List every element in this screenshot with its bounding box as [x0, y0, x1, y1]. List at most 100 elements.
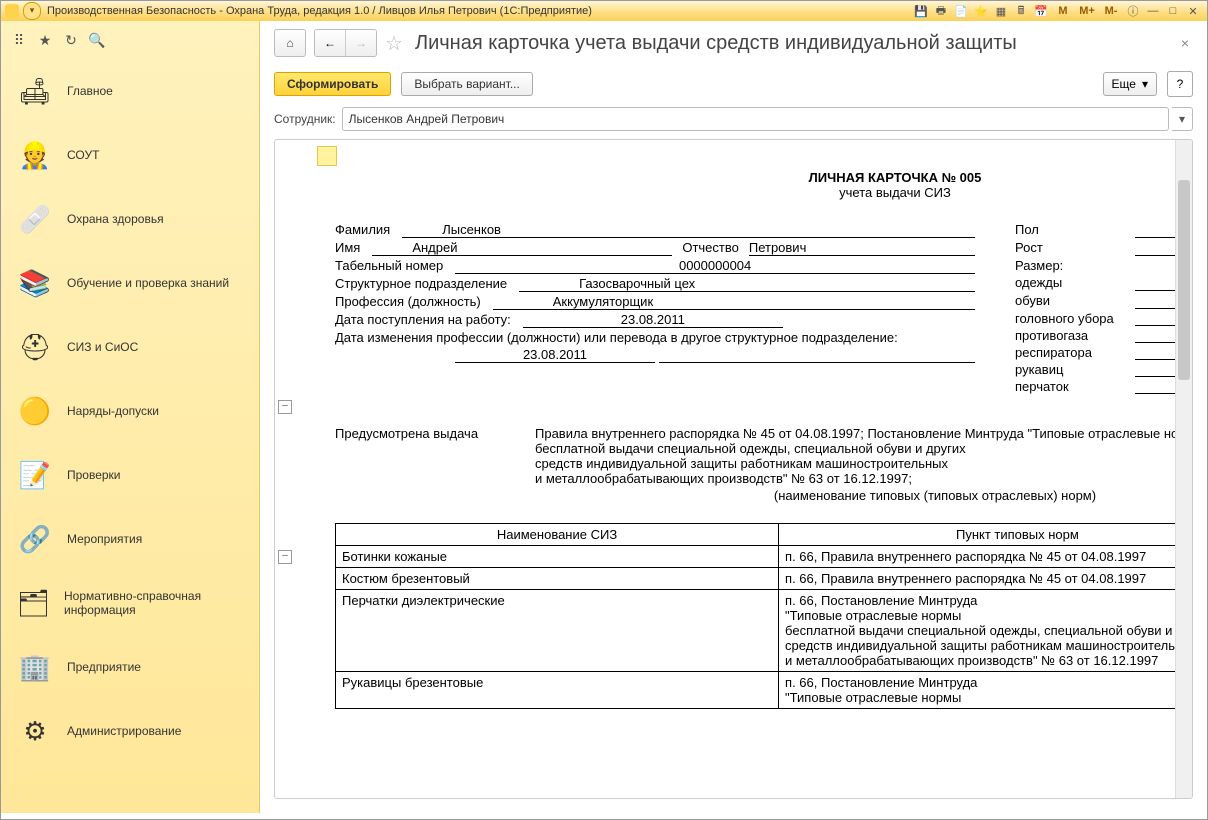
head-label: головного убора [1015, 311, 1135, 326]
table-row[interactable]: Перчатки диэлектрическиеп. 66, Постановл… [336, 590, 1176, 672]
people-icon: 👷 [17, 137, 53, 173]
table-row[interactable]: Рукавицы брезентовыеп. 66, Постановление… [336, 672, 1176, 709]
minimize-icon[interactable]: — [1145, 3, 1161, 19]
toolbar: Сформировать Выбрать вариант... Еще▾ ? [260, 65, 1207, 103]
name-label: Имя [335, 240, 360, 256]
favorite-icon[interactable]: ⭐ [973, 3, 989, 19]
star-icon[interactable]: ★ [37, 32, 53, 48]
change-label: Дата изменения профессии (должности) или… [335, 330, 898, 345]
memory-mminus[interactable]: M- [1101, 3, 1121, 19]
choose-variant-button[interactable]: Выбрать вариант... [401, 72, 532, 96]
left-column: ФамилияЛысенков ИмяАндрейОтчествоПетрови… [335, 220, 975, 396]
nav-label: Главное [67, 84, 113, 98]
dept-label: Структурное подразделение [335, 276, 507, 292]
memory-mplus[interactable]: M+ [1077, 3, 1097, 19]
nav-main[interactable]: 🛋 Главное [1, 59, 259, 123]
nav-siz[interactable]: ⛑СИЗ и СиОС [1, 315, 259, 379]
cell-norm: п. 66, Правила внутреннего распорядка № … [779, 546, 1175, 568]
folders-icon: 🗂 [17, 585, 50, 621]
height-label: Рост [1015, 240, 1135, 256]
nav-label: Проверки [67, 468, 121, 482]
surname-value: Лысенков [402, 222, 975, 238]
close-page-button[interactable]: × [1177, 35, 1193, 51]
save-icon[interactable]: 💾 [913, 3, 929, 19]
close-window-icon[interactable]: ✕ [1185, 3, 1201, 19]
table-header-row: Наименование СИЗ Пункт типовых норм [336, 524, 1176, 546]
surname-label: Фамилия [335, 222, 390, 238]
table-row[interactable]: Ботинки кожаныеп. 66, Правила внутреннег… [336, 546, 1176, 568]
cell-norm: п. 66, Правила внутреннего распорядка № … [779, 568, 1175, 590]
search-icon[interactable]: 🔍 [89, 32, 105, 48]
check-icon: 📝 [17, 457, 53, 493]
window-titlebar: ▾ Производственная Безопасность - Охрана… [1, 1, 1207, 21]
th-norm: Пункт типовых норм [779, 524, 1175, 546]
cloth-value: 48 [1135, 275, 1175, 291]
nav-events[interactable]: 🔗Мероприятия [1, 507, 259, 571]
menu-grid-icon[interactable]: ⠿ [11, 32, 27, 48]
nav-label: Охрана здоровья [67, 212, 164, 226]
collapse-toggle-icon[interactable]: – [278, 400, 292, 414]
vertical-scrollbar[interactable] [1175, 140, 1192, 798]
generate-button[interactable]: Сформировать [274, 72, 391, 96]
maximize-icon[interactable]: □ [1165, 3, 1181, 19]
nav-checks[interactable]: 📝 Проверки [1, 443, 259, 507]
forward-button[interactable]: → [346, 30, 376, 56]
table-row[interactable]: Костюм брезентовыйп. 66, Правила внутрен… [336, 568, 1176, 590]
sidebar-tools: ⠿ ★ ↻ 🔍 [1, 21, 259, 59]
document-scroll[interactable]: – – ЛИЧНАЯ КАРТОЧКА № 005 учета выдачи С… [275, 140, 1175, 798]
nav-sout[interactable]: 👷СОУТ [1, 123, 259, 187]
doc-subheader: учета выдачи СИЗ [839, 185, 951, 200]
print-icon[interactable]: 🖶 [933, 3, 949, 19]
document: ЛИЧНАЯ КАРТОЧКА № 005 учета выдачи СИЗ Ф… [335, 170, 1175, 709]
gear-icon: ⚙ [17, 713, 53, 749]
employee-input[interactable]: Лысенков Андрей Петрович [342, 107, 1169, 131]
employee-dropdown-button[interactable]: ▾ [1172, 107, 1193, 131]
document-icon[interactable]: 📄 [953, 3, 969, 19]
th-name: Наименование СИЗ [336, 524, 779, 546]
issue-label: Предусмотрена выдача [335, 426, 515, 503]
more-dropdown[interactable]: Еще▾ [1103, 72, 1157, 96]
nav-training[interactable]: 📚Обучение и проверка знаний [1, 251, 259, 315]
home-button[interactable]: ⌂ [274, 29, 306, 57]
favorite-toggle-icon[interactable]: ☆ [385, 31, 403, 56]
shoe-value: 42 [1135, 293, 1175, 309]
nav-label: Администрирование [67, 724, 181, 738]
scrollbar-thumb[interactable] [1178, 180, 1190, 380]
coin-icon: 🟡 [17, 393, 53, 429]
firstaid-icon: 🩹 [17, 201, 53, 237]
prof-value: Аккумуляторщик [493, 294, 975, 310]
history-dropdown-icon[interactable]: ▾ [23, 2, 41, 20]
tabnum-label: Табельный номер [335, 258, 443, 274]
gas-label: противогаза [1015, 328, 1135, 343]
sidebar: ⠿ ★ ↻ 🔍 🛋Главное 👷СОУТ 🩹Охрана здоровья … [1, 21, 260, 813]
info-icon[interactable]: ⓘ [1125, 3, 1141, 19]
nav-permits[interactable]: 🟡 Наряды-допуски [1, 379, 259, 443]
calendar-icon[interactable]: 📅 [1033, 3, 1049, 19]
nav-health[interactable]: 🩹 Охрана здоровья [1, 187, 259, 251]
issue-block: Предусмотрена выдача Правила внутреннего… [335, 426, 1175, 503]
calculator-icon[interactable]: 🖩 [1013, 3, 1029, 19]
cloth-label: одежды [1015, 275, 1135, 291]
nav-label: Обучение и проверка знаний [67, 276, 229, 290]
nav-company[interactable]: 🏢Предприятие [1, 635, 259, 699]
memory-m[interactable]: M [1053, 3, 1073, 19]
nav-label: Наряды-допуски [67, 404, 159, 418]
apps-icon[interactable]: ▦ [993, 3, 1009, 19]
document-viewport: – – ЛИЧНАЯ КАРТОЧКА № 005 учета выдачи С… [274, 139, 1193, 799]
nav-ref[interactable]: 🗂Нормативно-справочная информация [1, 571, 259, 635]
name-value: Андрей [372, 240, 672, 256]
more-label: Еще [1112, 77, 1136, 91]
back-button[interactable]: ← [315, 30, 346, 56]
nav-admin[interactable]: ⚙ Администрирование [1, 699, 259, 763]
page-header: ⌂ ← → ☆ Личная карточка учета выдачи сре… [260, 21, 1207, 65]
right-column: ПолМужс Рост167 Размер: одежды48 обуви42… [1015, 220, 1175, 396]
history-icon[interactable]: ↻ [63, 32, 79, 48]
sex-label: Пол [1015, 222, 1135, 238]
lamp-icon: 🛋 [17, 73, 53, 109]
resp-label: респиратора [1015, 345, 1135, 360]
issue-note: (наименование типовых (типовых отраслевы… [535, 488, 1175, 503]
help-button[interactable]: ? [1167, 71, 1193, 97]
dept-value: Газосварочный цех [519, 276, 975, 292]
prof-label: Профессия (должность) [335, 294, 481, 310]
collapse-toggle-icon[interactable]: – [278, 550, 292, 564]
